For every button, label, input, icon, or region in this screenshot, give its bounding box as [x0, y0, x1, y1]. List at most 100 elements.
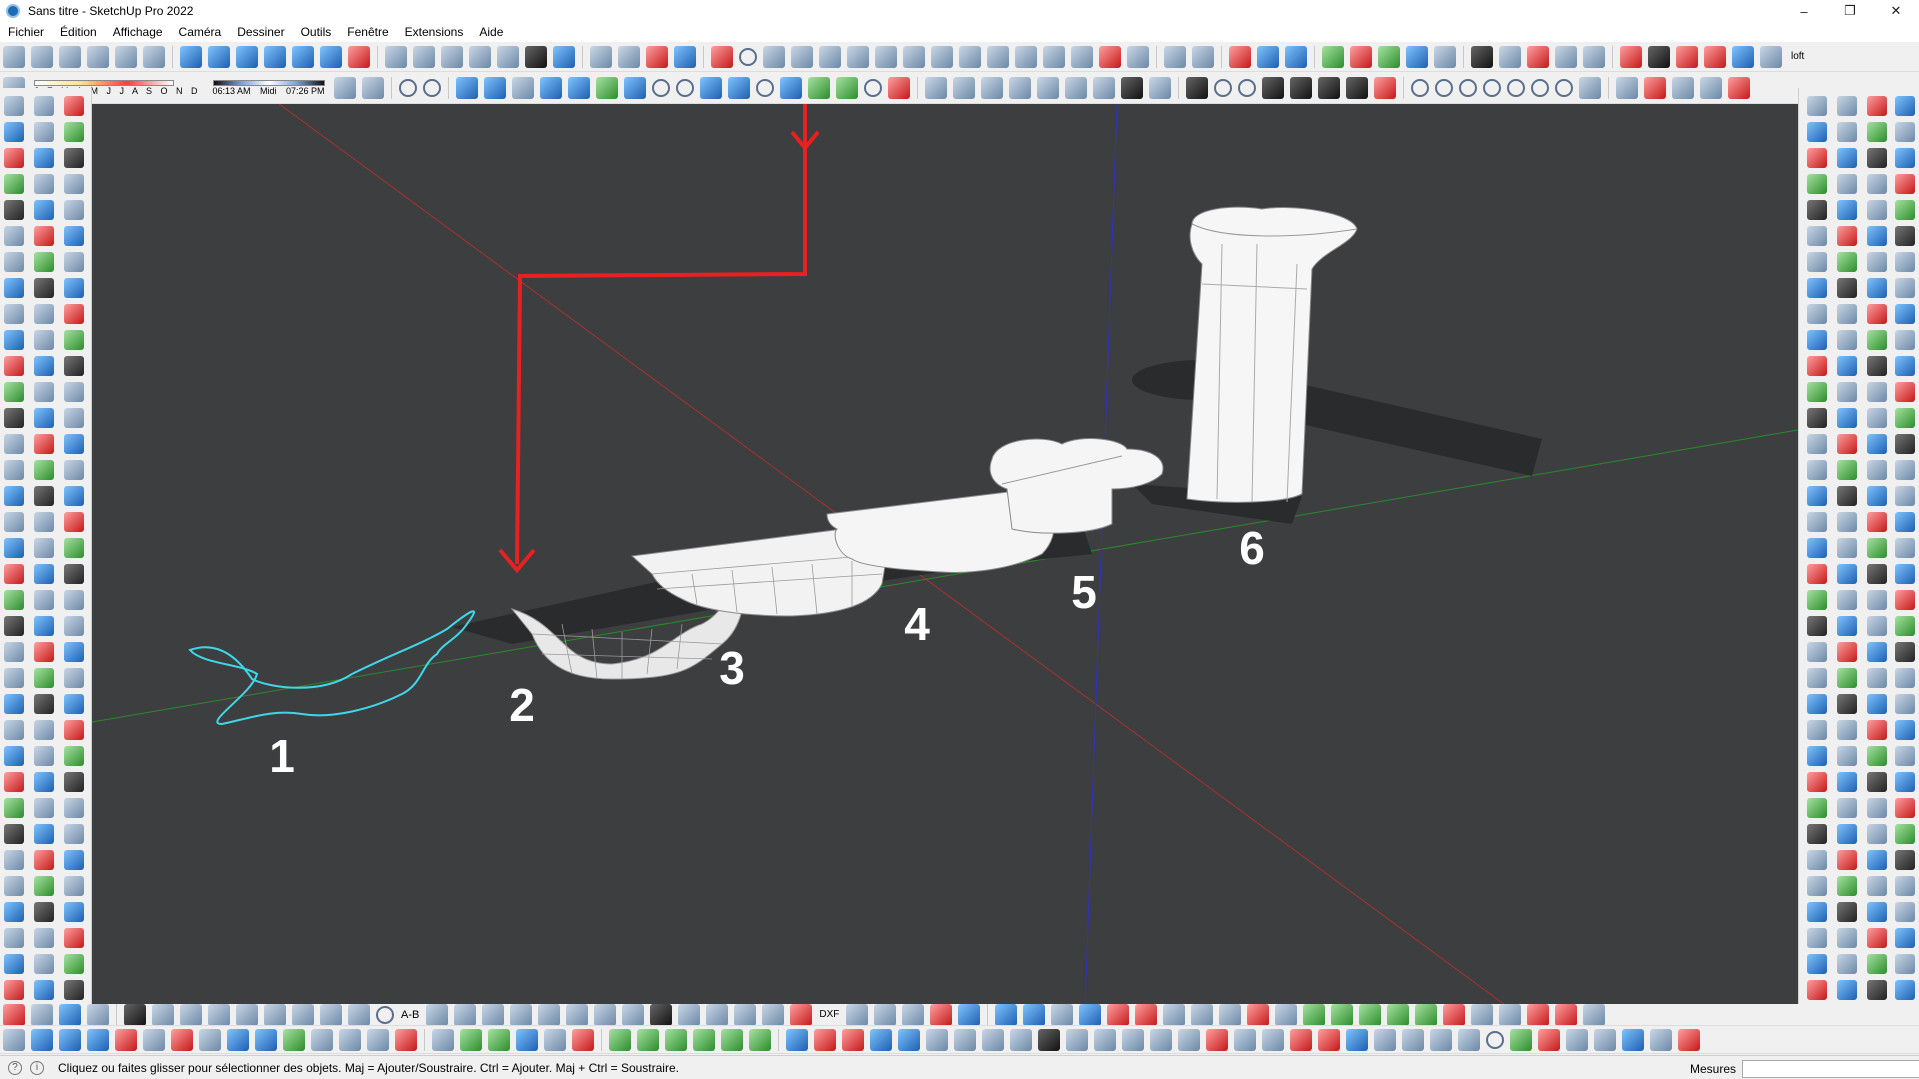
left-tool-12-icon[interactable]	[4, 408, 24, 428]
left-tool-21-icon[interactable]	[4, 642, 24, 662]
grid-select-21-icon[interactable]	[1346, 1028, 1368, 1051]
cube-blue-icon[interactable]	[958, 1004, 981, 1025]
left-tool-19-icon[interactable]	[4, 590, 24, 610]
left-tool-89-icon[interactable]	[64, 590, 84, 610]
menu-outils[interactable]: Outils	[293, 25, 340, 39]
shield-3-icon[interactable]	[1359, 1004, 1382, 1025]
spiral-7-icon[interactable]	[1554, 78, 1573, 97]
select-8-icon[interactable]	[311, 1028, 333, 1051]
loft-label[interactable]: loft	[1791, 51, 1804, 62]
right-tool-3-icon[interactable]	[1807, 174, 1827, 194]
grid-select-2-icon[interactable]	[814, 1028, 836, 1051]
rectangle-icon[interactable]	[623, 76, 646, 99]
move-arrow-icon[interactable]	[3, 1028, 25, 1051]
arc-green-icon[interactable]	[595, 76, 618, 99]
roof-icon[interactable]	[1071, 45, 1093, 68]
right-tool-126-icon[interactable]	[1895, 642, 1915, 662]
right-tool-38-icon[interactable]	[1837, 174, 1857, 194]
menu-camera[interactable]: Caméra	[171, 25, 230, 39]
left-tool-3-icon[interactable]	[4, 174, 24, 194]
left-tool-22-icon[interactable]	[4, 668, 24, 688]
copy-icon[interactable]	[874, 1004, 897, 1025]
section-plane-icon[interactable]	[348, 45, 370, 68]
right-tool-123-icon[interactable]	[1895, 564, 1915, 584]
arc-b-icon[interactable]	[422, 78, 441, 97]
right-tool-44-icon[interactable]	[1837, 330, 1857, 350]
right-tool-102-icon[interactable]	[1867, 928, 1887, 948]
right-tool-69-icon[interactable]	[1837, 980, 1857, 1000]
grid-select-icon[interactable]	[786, 1028, 808, 1051]
settings-icon[interactable]	[264, 1004, 286, 1025]
right-tool-18-icon[interactable]	[1807, 564, 1827, 584]
left-tool-87-icon[interactable]	[64, 538, 84, 558]
stack-icon[interactable]	[618, 45, 640, 68]
left-tool-37-icon[interactable]	[34, 148, 54, 168]
left-tool-85-icon[interactable]	[64, 486, 84, 506]
shield-icon[interactable]	[1303, 1004, 1326, 1025]
select-blue-icon[interactable]	[31, 1028, 53, 1051]
list-4-icon[interactable]	[693, 1028, 715, 1051]
cursor-icon[interactable]	[454, 1004, 477, 1025]
ellipse-red-icon[interactable]	[887, 76, 910, 99]
left-tool-42-icon[interactable]	[34, 278, 54, 298]
help-icon[interactable]	[1650, 1028, 1672, 1051]
left-tool-94-icon[interactable]	[64, 720, 84, 740]
select-7-icon[interactable]	[283, 1028, 305, 1051]
curviloft-icon[interactable]	[924, 76, 947, 99]
left-tool-17-icon[interactable]	[4, 538, 24, 558]
right-tool-47-icon[interactable]	[1837, 408, 1857, 428]
fillet-2-icon[interactable]	[1213, 78, 1232, 97]
left-tool-40-icon[interactable]	[34, 226, 54, 246]
frame-3-icon[interactable]	[762, 1004, 785, 1025]
zoom-icon[interactable]	[426, 1004, 449, 1025]
right-tool-54-icon[interactable]	[1837, 590, 1857, 610]
plugin-k-icon[interactable]	[1643, 76, 1666, 99]
left-tool-44-icon[interactable]	[34, 330, 54, 350]
left-tool-71-icon[interactable]	[64, 122, 84, 142]
warehouse-icon[interactable]	[143, 45, 165, 68]
right-tool-4-icon[interactable]	[1807, 200, 1827, 220]
plugin-ah-icon[interactable]	[1471, 1004, 1494, 1025]
left-tool-51-icon[interactable]	[34, 512, 54, 532]
right-tool-58-icon[interactable]	[1837, 694, 1857, 714]
comment-icon[interactable]	[1374, 1028, 1396, 1051]
grid-2-icon[interactable]	[791, 45, 813, 68]
hidden-line-icon[interactable]	[469, 45, 491, 68]
skin-2-icon[interactable]	[1036, 76, 1059, 99]
right-tool-109-icon[interactable]	[1895, 200, 1915, 220]
axis-icon[interactable]	[959, 45, 981, 68]
right-tool-46-icon[interactable]	[1837, 382, 1857, 402]
left-tool-92-icon[interactable]	[64, 668, 84, 688]
left-tool-104-icon[interactable]	[64, 980, 84, 1000]
plugin-ao-icon[interactable]	[1566, 1028, 1588, 1051]
move-axis-icon[interactable]	[1322, 45, 1344, 68]
curve-4-icon[interactable]	[727, 76, 750, 99]
house-outline-icon[interactable]	[115, 45, 137, 68]
left-tool-101-icon[interactable]	[64, 902, 84, 922]
left-tool-78-icon[interactable]	[64, 304, 84, 324]
right-tool-81-icon[interactable]	[1867, 382, 1887, 402]
left-tool-73-icon[interactable]	[64, 174, 84, 194]
right-tool-28-icon[interactable]	[1807, 824, 1827, 844]
component-icon[interactable]	[31, 45, 53, 68]
left-tool-0-icon[interactable]	[4, 96, 24, 116]
plugin-x-icon[interactable]	[1079, 1004, 1102, 1025]
align-2-icon[interactable]	[1257, 45, 1279, 68]
maximize-button[interactable]: ❐	[1827, 0, 1873, 22]
top-view-icon[interactable]	[208, 45, 230, 68]
back-view-icon[interactable]	[292, 45, 314, 68]
close-button[interactable]: ✕	[1873, 0, 1919, 22]
right-tool-49-icon[interactable]	[1837, 460, 1857, 480]
curviloft-3-icon[interactable]	[980, 76, 1003, 99]
shadow-toggle-icon[interactable]	[333, 76, 356, 99]
skin-5-icon[interactable]	[1120, 76, 1143, 99]
right-tool-43-icon[interactable]	[1837, 304, 1857, 324]
shaded-icon[interactable]	[497, 45, 519, 68]
menu-dessiner[interactable]: Dessiner	[229, 25, 292, 39]
star-grid-icon[interactable]	[903, 45, 925, 68]
plugin-al-icon[interactable]	[1583, 1004, 1606, 1025]
right-tool-37-icon[interactable]	[1837, 148, 1857, 168]
right-tool-71-icon[interactable]	[1867, 122, 1887, 142]
right-tool-129-icon[interactable]	[1895, 720, 1915, 740]
right-tool-62-icon[interactable]	[1837, 798, 1857, 818]
